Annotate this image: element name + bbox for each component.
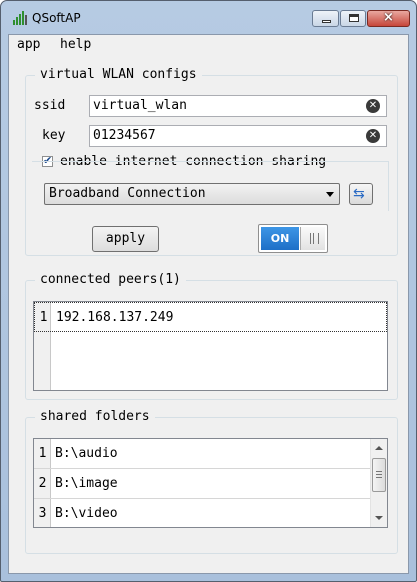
scroll-thumb[interactable] [372,458,386,492]
row-number: 2 [38,476,47,491]
wlan-config-group: virtual WLAN configs ssid virtual_wlan ✕… [25,67,398,256]
folder-path: B:\audio [55,446,118,461]
menu-app[interactable]: app [17,37,40,52]
clear-icon[interactable]: ✕ [366,99,380,113]
row-number: 1 [38,446,47,461]
refresh-button[interactable]: ⇆ [349,183,373,205]
key-value: 01234567 [93,128,156,143]
key-label: key [42,128,66,143]
minimize-button[interactable] [312,10,339,27]
close-button[interactable]: × [367,10,410,27]
peers-group: connected peers(1) 1 192.168.137.249 [25,272,398,400]
folders-group-title: shared folders [35,409,155,424]
ssid-label: ssid [34,98,66,113]
grip-icon [310,233,319,244]
folder-path: B:\video [55,506,118,521]
minimize-icon [322,20,331,23]
row-number: 1 [39,310,48,325]
folders-group: shared folders 1 B:\audio 2 B:\image 3 B… [25,409,398,554]
scroll-down-icon[interactable] [375,516,383,520]
folders-list[interactable]: 1 B:\audio 2 B:\image 3 B:\video [33,438,388,528]
ap-toggle[interactable]: ON [258,224,328,253]
ssid-field[interactable]: virtual_wlan ✕ [89,95,387,117]
grip-icon [376,471,382,472]
app-icon [13,11,27,25]
clear-icon[interactable]: ✕ [366,129,380,143]
toggle-thumb[interactable] [300,227,325,250]
peer-row[interactable]: 1 192.168.137.249 [34,302,387,332]
key-field[interactable]: 01234567 ✕ [89,125,387,147]
toggle-on-label: ON [261,227,299,250]
scroll-up-icon[interactable] [375,446,383,450]
peers-list[interactable]: 1 192.168.137.249 [33,301,388,391]
close-icon: × [383,10,394,25]
app-window: QSoftAP × app help virtual WLAN configs … [0,0,417,582]
title-bar[interactable]: QSoftAP × [1,1,416,35]
apply-button[interactable]: apply [92,226,159,252]
peer-address: 192.168.137.249 [56,310,174,325]
window-title: QSoftAP [32,11,81,25]
menu-bar: app help [9,35,408,55]
peers-group-title: connected peers(1) [35,272,186,287]
folder-row[interactable]: 2 B:\image [34,469,387,499]
row-number: 3 [38,506,47,521]
wlan-group-title: virtual WLAN configs [35,67,202,82]
connection-select[interactable]: Broadband Connection [44,183,340,205]
maximize-button[interactable] [340,10,366,27]
dropdown-arrow-icon [326,192,334,197]
menu-help[interactable]: help [60,37,91,52]
folder-row[interactable]: 1 B:\audio [34,439,387,469]
connection-value: Broadband Connection [49,186,206,201]
ssid-value: virtual_wlan [93,98,187,113]
maximize-icon [349,14,359,22]
refresh-icon: ⇆ [353,186,365,202]
folder-row[interactable]: 3 B:\video [34,499,387,527]
folder-path: B:\image [55,476,118,491]
client-area: app help virtual WLAN configs ssid virtu… [8,34,409,574]
folders-scrollbar[interactable] [370,439,387,527]
